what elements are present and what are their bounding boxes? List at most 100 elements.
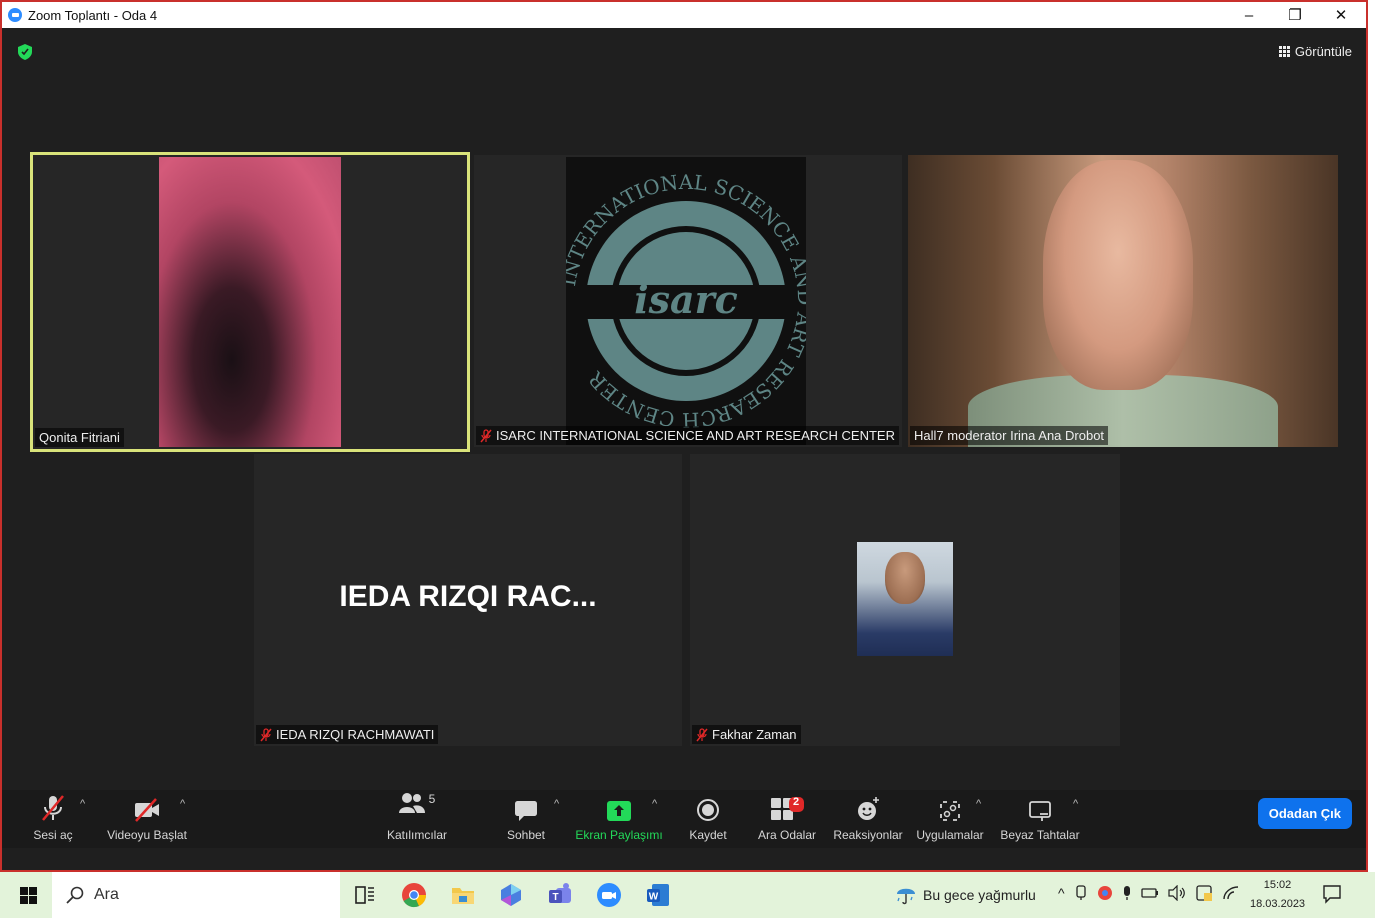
participant-name-tag: IEDA RIZQI RACHMAWATI [256,725,439,744]
participants-label: Katılımcılar [386,828,447,842]
participant-video [159,157,341,447]
participants-count: 5 [428,792,436,806]
title-bar: Zoom Toplantı - Oda 4 – ❐ ✕ [2,2,1366,28]
mic-muted-icon [42,795,64,821]
participant-name-tag: ISARC INTERNATIONAL SCIENCE AND ART RESE… [476,426,899,445]
battery-icon[interactable] [1140,886,1159,900]
chat-button[interactable]: Sohbet [502,790,550,848]
participant-video [908,155,1338,447]
restore-button[interactable]: ❐ [1272,2,1318,28]
share-screen-button[interactable]: Ekran Paylaşımı [575,790,663,848]
search-icon [66,886,84,904]
reactions-button[interactable]: Reaksiyonlar [832,790,904,848]
view-button-label: Görüntüle [1294,44,1352,59]
breakout-rooms-icon [771,797,804,820]
participant-tile[interactable]: Hall7 moderator Irina Ana Drobot [908,155,1338,447]
weather-widget[interactable]: Bu gece yağmurlu [895,884,1036,906]
isarc-logo: isarc INTERNATIONAL SCIENCE AND ART RESE… [556,157,817,445]
mic-muted-icon [480,428,492,443]
video-options-caret[interactable]: ^ [180,798,185,810]
svg-text:W: W [649,892,659,903]
security-warning-icon[interactable] [1195,884,1213,902]
windows-taskbar: Ara T W Bu gece yağmurlu ^ 15:02 18.03.2… [0,872,1375,918]
breakout-rooms-button[interactable]: 2 Ara Odalar [754,790,820,848]
record-icon [697,799,719,821]
participant-name: ISARC INTERNATIONAL SCIENCE AND ART RESE… [496,428,895,443]
participants-icon [398,793,425,813]
whiteboard-icon [1029,801,1051,821]
grid-view-icon [1278,46,1290,57]
chat-options-caret[interactable]: ^ [554,798,559,810]
unmute-label: Sesi aç [33,828,73,842]
meeting-area: Görüntüle Qonita Fitriani isarc TERNATIO… [2,28,1366,816]
record-button[interactable]: Kaydet [686,790,730,848]
apps-options-caret[interactable]: ^ [976,798,981,810]
participants-button[interactable]: 5 Katılımcılar [382,790,452,848]
participant-display-name: IEDA RIZQI RAC... [339,580,597,613]
leave-room-button[interactable]: Odadan Çık [1257,798,1352,829]
start-video-button[interactable]: Videoyu Başlat [104,790,190,848]
unmute-button[interactable]: Sesi aç [30,790,76,848]
reactions-label: Reaksiyonlar [833,828,903,842]
breakout-rooms-label: Ara Odalar [757,828,817,842]
taskbar-search[interactable]: Ara [52,872,340,918]
chat-icon [515,801,537,821]
system-tray: ^ [1058,884,1240,902]
svg-text:T: T [552,892,558,903]
mic-muted-icon [260,727,272,742]
apps-icon [940,801,960,821]
chrome-icon[interactable] [401,882,427,908]
clock-time: 15:02 [1263,879,1292,891]
participant-tile[interactable]: Qonita Fitriani [30,152,470,452]
zoom-app-icon [8,8,22,22]
whiteboard-options-caret[interactable]: ^ [1073,798,1078,810]
start-video-label: Videoyu Başlat [107,828,187,842]
word-icon[interactable]: W [645,882,671,908]
taskbar-clock[interactable]: 15:02 18.03.2023 [1250,876,1305,914]
minimize-button[interactable]: – [1226,2,1272,28]
participant-name: Qonita Fitriani [39,430,120,445]
weather-text: Bu gece yağmurlu [923,887,1036,903]
rain-umbrella-icon [897,888,915,905]
video-off-icon [135,798,159,822]
encryption-shield-icon[interactable] [18,44,32,60]
record-label: Kaydet [689,828,727,842]
copilot-icon[interactable] [498,882,524,908]
file-explorer-icon[interactable] [450,882,476,908]
audio-options-caret[interactable]: ^ [80,798,85,810]
meet-now-icon[interactable] [1074,885,1088,901]
chrome-tray-icon[interactable] [1097,885,1113,901]
wifi-icon[interactable] [1222,885,1240,901]
participant-name-tag: Hall7 moderator Irina Ana Drobot [910,426,1109,445]
task-view-icon[interactable] [352,882,378,908]
speaker-icon[interactable] [1167,885,1186,901]
mic-muted-icon [696,727,708,742]
close-button[interactable]: ✕ [1318,2,1364,28]
participant-tile[interactable]: Fakhar Zaman [690,454,1120,746]
zoom-icon[interactable] [596,882,622,908]
share-screen-label: Ekran Paylaşımı [575,828,663,842]
view-button[interactable]: Görüntüle [1278,44,1352,59]
notifications-icon[interactable] [1322,884,1342,904]
whiteboards-label: Beyaz Tahtalar [1000,828,1080,842]
teams-icon[interactable]: T [547,882,573,908]
breakout-badge: 2 [793,796,800,808]
zoom-window: Zoom Toplantı - Oda 4 – ❐ ✕ Görüntüle Qo… [0,0,1368,872]
participant-name: Fakhar Zaman [712,727,797,742]
participant-name: Hall7 moderator Irina Ana Drobot [914,428,1105,443]
participant-tile[interactable]: IEDA RIZQI RAC... IEDA RIZQI RACHMAWATI [254,454,682,746]
clock-date: 18.03.2023 [1250,898,1306,910]
share-options-caret[interactable]: ^ [652,798,657,810]
meeting-toolbar: Sesi aç ^ Videoyu Başlat ^ 5 Katılımcıla… [2,790,1366,848]
logo-wordmark: isarc [634,277,738,322]
whiteboards-button[interactable]: Beyaz Tahtalar [1000,790,1080,848]
microphone-icon[interactable] [1122,885,1132,901]
show-hidden-icons-icon[interactable]: ^ [1058,885,1065,901]
chat-label: Sohbet [506,828,546,842]
window-title: Zoom Toplantı - Oda 4 [28,7,158,23]
windows-start-icon[interactable] [20,887,37,904]
apps-label: Uygulamalar [916,828,984,842]
participant-avatar [857,542,953,656]
search-placeholder: Ara [94,886,119,903]
participant-tile[interactable]: isarc INTERNATIONAL SCIENCE AND ART RESE… [474,155,902,447]
